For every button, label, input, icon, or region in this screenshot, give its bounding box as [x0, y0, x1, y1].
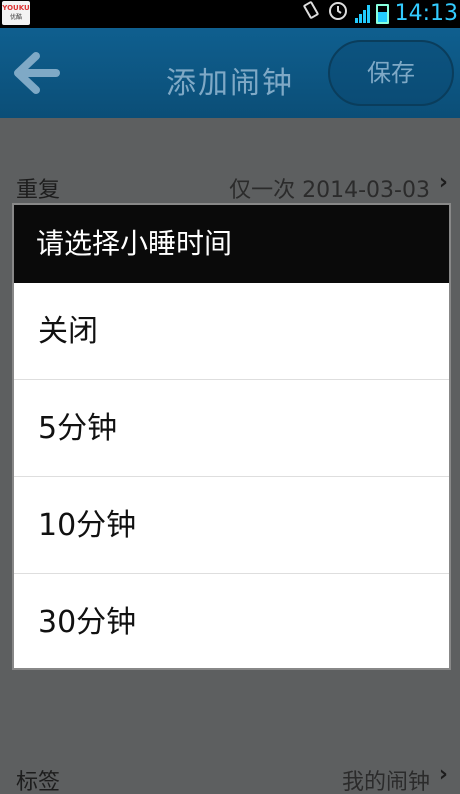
option-10-min[interactable]: 10分钟 — [14, 477, 449, 574]
vibrate-icon — [301, 0, 321, 29]
option-5-min[interactable]: 5分钟 — [14, 380, 449, 477]
option-off[interactable]: 关闭 — [14, 283, 449, 380]
save-button[interactable]: 保存 — [328, 40, 454, 106]
chevron-right-icon: › — [438, 762, 448, 787]
repeat-value: 仅一次 2014-03-03 — [229, 178, 430, 203]
label-value: 我的闹钟 — [341, 770, 430, 794]
option-30-min[interactable]: 30分钟 — [14, 574, 449, 671]
battery-icon — [375, 4, 389, 24]
status-time: 14:13 — [394, 1, 458, 26]
alarm-icon — [327, 0, 349, 30]
label-label: 标签 — [16, 770, 61, 794]
dialog-title: 请选择小睡时间 — [14, 205, 449, 283]
app-logo-subtext: 优酷 — [9, 14, 22, 21]
youku-logo-icon: YOUKU 优酷 — [2, 1, 30, 25]
label-row[interactable]: 标签 我的闹钟 › — [0, 748, 460, 794]
title-bar: 添加闹钟 保存 — [0, 28, 460, 118]
signal-icon — [354, 5, 370, 23]
app-logo-text: YOUKU — [2, 4, 30, 12]
chevron-right-icon: › — [438, 170, 448, 195]
status-bar: YOUKU 优酷 14:13 — [0, 0, 460, 28]
snooze-dialog: 请选择小睡时间 关闭 5分钟 10分钟 30分钟 — [12, 203, 451, 670]
repeat-label: 重复 — [16, 178, 61, 203]
